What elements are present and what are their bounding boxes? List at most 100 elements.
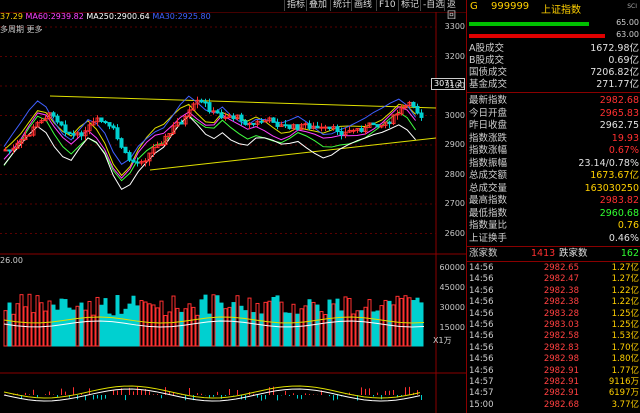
market-stat-row: B股成交 0.69亿	[467, 55, 640, 67]
volume-bar	[67, 307, 72, 347]
candle	[303, 123, 308, 126]
divider	[467, 246, 640, 247]
chart-toolbar: 指标 叠加 统计 画线 F10 标记 -自选 返回	[0, 0, 466, 21]
quote-value: 2962.75	[599, 120, 639, 131]
quote-value: 0.67%	[608, 145, 639, 156]
candle	[271, 117, 276, 123]
tick-price: 2982.58	[543, 331, 579, 342]
index-code: 999999	[491, 1, 530, 12]
index-name[interactable]: 上证指数	[541, 1, 581, 16]
toolbar-button-4[interactable]: F10	[376, 0, 398, 11]
volume-bar	[307, 299, 312, 347]
quote-label: 指数振幅	[469, 157, 508, 169]
candle	[119, 138, 124, 148]
tick-time: 14:56	[469, 308, 494, 319]
candle	[219, 112, 224, 119]
period-selector[interactable]: 多周期 更多	[0, 25, 43, 35]
candle	[159, 144, 164, 147]
tick-volume: 1.53亿	[611, 331, 639, 342]
tick-time: 14:56	[469, 263, 494, 273]
quote-label: 今日开盘	[469, 107, 508, 119]
volume-bar	[359, 310, 364, 347]
market-stat-row: A股成交 1672.98亿	[467, 43, 640, 55]
volume-bar	[115, 295, 120, 347]
divider	[467, 261, 640, 262]
candle	[199, 99, 204, 103]
period-more[interactable]: 更多	[27, 25, 43, 34]
candle	[327, 126, 332, 129]
tick-volume: 6197万	[608, 388, 639, 399]
price-axis-tick: 2800	[444, 169, 465, 179]
sci-tag: SCI	[627, 3, 637, 10]
quote-label: 指数涨幅	[469, 145, 508, 156]
tick-time: 15:00	[469, 399, 494, 410]
tick-row: 14:57 2982.91 9116万	[467, 377, 640, 388]
candle	[231, 115, 236, 120]
tick-price: 2982.65	[543, 263, 579, 273]
quote-label: 指数量比	[469, 220, 508, 231]
volume-bar	[287, 312, 292, 347]
toolbar-button-2[interactable]: 统计	[330, 0, 353, 11]
volume-axis-tick: 15000	[439, 323, 465, 332]
quote-row: 总成交量 163030250	[467, 183, 640, 195]
ma250-value: 2900.64	[116, 12, 150, 21]
stat-value: 1672.98亿	[590, 43, 639, 54]
tick-volume: 1.80亿	[611, 354, 639, 365]
candle	[359, 128, 364, 132]
buy-ratio-bar	[469, 22, 589, 26]
volume-bar	[335, 298, 340, 347]
toolbar-button-1[interactable]: 叠加	[306, 0, 329, 11]
tick-row: 14:56 2982.58 1.53亿	[467, 331, 640, 342]
quote-value: 1673.67亿	[590, 170, 639, 181]
candle	[215, 110, 220, 114]
toolbar-button-0[interactable]: 指标	[284, 0, 307, 11]
period-label[interactable]: 多周期	[0, 25, 24, 34]
quote-value: 23.14/0.78%	[578, 157, 639, 169]
candle	[247, 122, 252, 125]
kline-chart[interactable]	[0, 0, 466, 413]
quote-g-flag: G	[470, 1, 478, 12]
up-count: 1413	[531, 248, 556, 259]
tick-row: 14:56 2983.03 1.25亿	[467, 320, 640, 331]
quote-value: 0.46%	[608, 232, 639, 244]
candle	[135, 161, 140, 164]
tick-price: 2982.47	[543, 274, 579, 285]
ma30-value: 2925.80	[177, 12, 211, 21]
ma60-value: 2939.82	[50, 12, 84, 21]
tick-price: 2982.91	[543, 388, 579, 399]
volume-bar	[55, 309, 60, 347]
tick-row: 14:56 2982.38 1.22亿	[467, 297, 640, 308]
volume-bar	[239, 305, 244, 347]
toolbar-button-5[interactable]: 标记	[398, 0, 421, 11]
quote-label: 最低指数	[469, 207, 508, 219]
toolbar-button-7[interactable]: 返回	[444, 0, 466, 21]
tick-row: 14:56 2982.98 1.80亿	[467, 354, 640, 365]
tick-volume: 3.77亿	[611, 399, 639, 410]
tick-price: 2983.03	[543, 320, 579, 330]
candle	[319, 126, 324, 129]
candle	[107, 122, 112, 127]
volume-bar	[179, 311, 184, 347]
candle	[79, 132, 84, 137]
quote-row: 昨日收盘 2962.75	[467, 120, 640, 132]
ma250-label: MA250:	[86, 12, 117, 21]
ma60-label: MA60:	[25, 12, 51, 21]
candle	[143, 160, 148, 163]
volume-bar	[79, 302, 84, 347]
toolbar-button-3[interactable]: 画线	[351, 0, 374, 11]
volume-bar	[111, 315, 116, 347]
updown-row: 涨家数 1413 跌家数 162	[467, 248, 640, 260]
candle	[275, 121, 280, 127]
candle	[239, 114, 244, 122]
candle	[55, 115, 60, 123]
toolbar-button-6[interactable]: -自选	[420, 0, 446, 11]
volume-bar	[415, 297, 420, 347]
candle	[127, 152, 132, 161]
tick-volume: 1.27亿	[611, 263, 639, 273]
quote-header: G 999999 上证指数 SCI	[467, 0, 640, 16]
tick-row: 14:56 2982.47 1.27亿	[467, 274, 640, 285]
tick-row: 14:56 2982.65 1.27亿	[467, 263, 640, 274]
candle	[103, 120, 108, 124]
volume-bar	[219, 302, 224, 347]
tick-row: 15:00 2982.68 3.77亿	[467, 400, 640, 411]
